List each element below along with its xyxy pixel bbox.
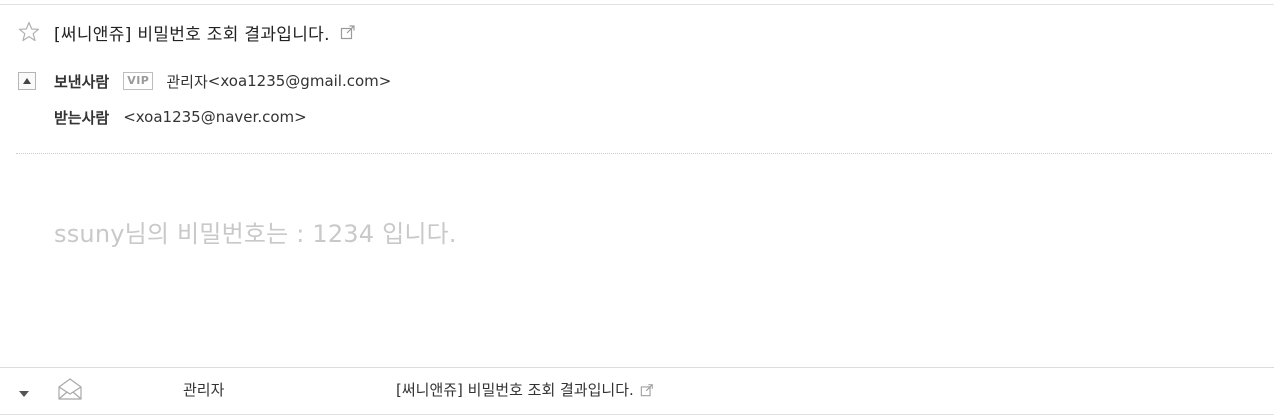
mail-meta: 보낸사람 VIP 관리자 <xoa1235@gmail.com> 받는사람 <x… [18,68,391,130]
envelope-open-icon [57,376,83,402]
mail-body: ssuny님의 비밀번호는 : 1234 입니다. [54,220,457,248]
vip-badge[interactable]: VIP [123,72,154,90]
collapse-button[interactable] [18,72,36,90]
caret-down-icon[interactable] [17,385,31,397]
list-row-subject[interactable]: [써니앤쥬] 비밀번호 조회 결과입니다. [396,379,634,400]
sender-name[interactable]: 관리자 [166,71,207,92]
recipient-label: 받는사람 [54,108,110,127]
star-icon[interactable] [18,21,40,43]
external-link-icon[interactable] [640,383,654,397]
mail-list-row[interactable]: 관리자 [써니앤쥬] 비밀번호 조회 결과입니다. [0,368,1274,412]
list-row-sender[interactable]: 관리자 [183,379,224,400]
recipient-address[interactable]: <xoa1235@naver.com> [123,108,307,126]
sender-address[interactable]: <xoa1235@gmail.com> [208,72,392,90]
top-divider [0,4,1274,5]
sender-row: 보낸사람 VIP 관리자 <xoa1235@gmail.com> [18,68,391,94]
caret-up-icon [23,78,31,84]
bottom-divider [0,414,1274,415]
list-row-subject-wrap[interactable]: [써니앤쥬] 비밀번호 조회 결과입니다. [396,379,654,400]
external-link-icon[interactable] [340,24,356,40]
sender-label: 보낸사람 [54,72,110,91]
recipient-row: 받는사람 <xoa1235@naver.com> [18,104,391,130]
header-divider [16,153,1272,154]
mail-subject: [써니앤쥬] 비밀번호 조회 결과입니다. [54,24,330,45]
subject-header: [써니앤쥬] 비밀번호 조회 결과입니다. [18,18,356,46]
